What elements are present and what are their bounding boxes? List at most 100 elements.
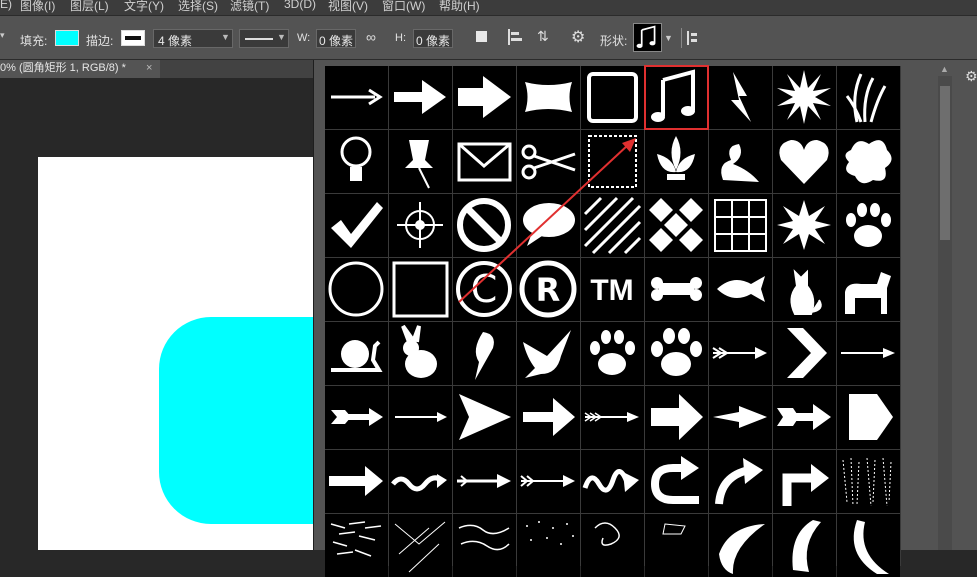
shape-grid[interactable]: [709, 194, 772, 257]
menu-item-0[interactable]: E): [0, 0, 12, 11]
shape-crescent[interactable]: [837, 514, 900, 577]
shape-fleur-de-lis[interactable]: [645, 130, 708, 193]
shape-envelope[interactable]: [453, 130, 516, 193]
shape-bone[interactable]: [645, 258, 708, 321]
shape-arrow-block[interactable]: [389, 66, 452, 129]
shape-heart[interactable]: [773, 130, 836, 193]
menu-item-6[interactable]: 3D(D): [284, 0, 316, 11]
menu-item-8[interactable]: 窗口(W): [382, 0, 425, 14]
shape-arrow-bold[interactable]: [517, 386, 580, 449]
shape-frame-ornate[interactable]: [581, 66, 644, 129]
shape-arrow-thin[interactable]: [325, 66, 388, 129]
shape-crosshair[interactable]: [389, 194, 452, 257]
width-field[interactable]: 0 像素: [316, 29, 356, 48]
shape-trademark[interactable]: TM: [581, 258, 644, 321]
shape-texture-3[interactable]: [453, 514, 516, 577]
menu-item-2[interactable]: 图层(L): [70, 0, 109, 14]
shape-lightbulb[interactable]: [325, 130, 388, 193]
shape-ornament[interactable]: [709, 130, 772, 193]
path-operations-icon[interactable]: [476, 31, 487, 42]
shape-texture-1[interactable]: [325, 514, 388, 577]
shape-arrow-thin-3[interactable]: [389, 386, 452, 449]
shape-stamp[interactable]: [581, 130, 644, 193]
shape-pushpin[interactable]: [389, 130, 452, 193]
shape-wave[interactable]: [389, 450, 452, 513]
shape-texture-6[interactable]: [645, 514, 708, 577]
document-canvas[interactable]: [38, 157, 313, 550]
shape-arrow-tailed-2[interactable]: [773, 386, 836, 449]
close-icon[interactable]: ×: [146, 60, 152, 77]
shape-fish[interactable]: [709, 258, 772, 321]
shape-arrowhead[interactable]: [453, 386, 516, 449]
gear-icon[interactable]: ⚙: [571, 27, 585, 47]
shape-snail[interactable]: [325, 322, 388, 385]
shape-arrow-fat[interactable]: [453, 66, 516, 129]
shape-paw-print-2[interactable]: [581, 322, 644, 385]
shape-hatched-square[interactable]: [581, 194, 644, 257]
stroke-options-caret-icon[interactable]: ▾: [0, 30, 5, 41]
shape-burst[interactable]: [773, 194, 836, 257]
shape-dove[interactable]: [517, 322, 580, 385]
shape-arrow-fletched[interactable]: [581, 386, 644, 449]
fill-color-swatch[interactable]: [55, 30, 79, 46]
shape-texture-4[interactable]: [517, 514, 580, 577]
rounded-rectangle-shape[interactable]: [159, 317, 313, 524]
canvas-area[interactable]: [0, 78, 313, 550]
path-alignment-icon[interactable]: [507, 29, 523, 45]
shape-arrow-block-2[interactable]: [645, 386, 708, 449]
shape-paw-print[interactable]: [837, 194, 900, 257]
shape-leaf-2[interactable]: [773, 514, 836, 577]
shape-registered[interactable]: R: [517, 258, 580, 321]
link-icon[interactable]: ∞: [366, 29, 376, 45]
shape-no-symbol[interactable]: [453, 194, 516, 257]
menu-item-7[interactable]: 视图(V): [328, 0, 368, 14]
shape-copyright[interactable]: C: [453, 258, 516, 321]
shape-music-note[interactable]: [644, 65, 709, 130]
stroke-style-dropdown[interactable]: ▼: [239, 29, 289, 48]
document-tab[interactable]: 0% (圆角矩形 1, RGB/8) * ×: [0, 60, 160, 78]
scroll-up-icon[interactable]: ▲: [940, 64, 949, 74]
shape-arrow-tailed[interactable]: [325, 386, 388, 449]
shape-dog[interactable]: [837, 258, 900, 321]
stroke-width-field[interactable]: 4 像素 ▼: [153, 29, 233, 48]
shape-arrow-simple[interactable]: [325, 450, 388, 513]
shape-arrow-narrow[interactable]: [709, 386, 772, 449]
stroke-color-swatch[interactable]: [121, 30, 145, 46]
shape-cat[interactable]: [773, 258, 836, 321]
picker-scrollbar-thumb[interactable]: [940, 86, 950, 240]
menu-item-1[interactable]: 图像(I): [20, 0, 55, 14]
shape-chevron[interactable]: [773, 322, 836, 385]
shape-arrow-dotted[interactable]: [453, 450, 516, 513]
shape-leaf[interactable]: [709, 514, 772, 577]
shape-scissors[interactable]: [517, 130, 580, 193]
picker-settings-gear-icon[interactable]: ⚙: [965, 68, 977, 85]
shape-texture-hair[interactable]: [837, 450, 900, 513]
shape-circle-frame[interactable]: [325, 258, 388, 321]
height-field[interactable]: 0 像素: [413, 29, 453, 48]
shape-rabbit[interactable]: [389, 322, 452, 385]
picker-scrollbar-track[interactable]: [938, 76, 952, 550]
chevron-down-icon[interactable]: ▼: [664, 33, 673, 43]
menu-item-5[interactable]: 滤镜(T): [230, 0, 269, 14]
menu-item-9[interactable]: 帮助(H): [439, 0, 480, 14]
shape-arrow-fletched-2[interactable]: [517, 450, 580, 513]
shape-lightning[interactable]: [709, 66, 772, 129]
shape-turn-arrow[interactable]: [773, 450, 836, 513]
shape-checkmark[interactable]: [325, 194, 388, 257]
shape-curved-arrow[interactable]: [709, 450, 772, 513]
shape-banner[interactable]: [517, 66, 580, 129]
path-arrangement-icon[interactable]: ⇅: [537, 28, 549, 45]
menu-item-3[interactable]: 文字(Y): [124, 0, 164, 14]
shape-arrow-thin-2[interactable]: [837, 322, 900, 385]
shape-paw-print-3[interactable]: [645, 322, 708, 385]
shape-starburst[interactable]: [773, 66, 836, 129]
shape-square-frame[interactable]: [389, 258, 452, 321]
shape-splat[interactable]: [837, 130, 900, 193]
shape-bird[interactable]: [453, 322, 516, 385]
shape-grass[interactable]: [837, 66, 900, 129]
shape-preview-button[interactable]: [633, 23, 662, 52]
shape-arrow-feathered[interactable]: [709, 322, 772, 385]
shape-texture-5[interactable]: [581, 514, 644, 577]
shape-u-turn-arrow[interactable]: [645, 450, 708, 513]
shape-diamond-checker[interactable]: [645, 194, 708, 257]
